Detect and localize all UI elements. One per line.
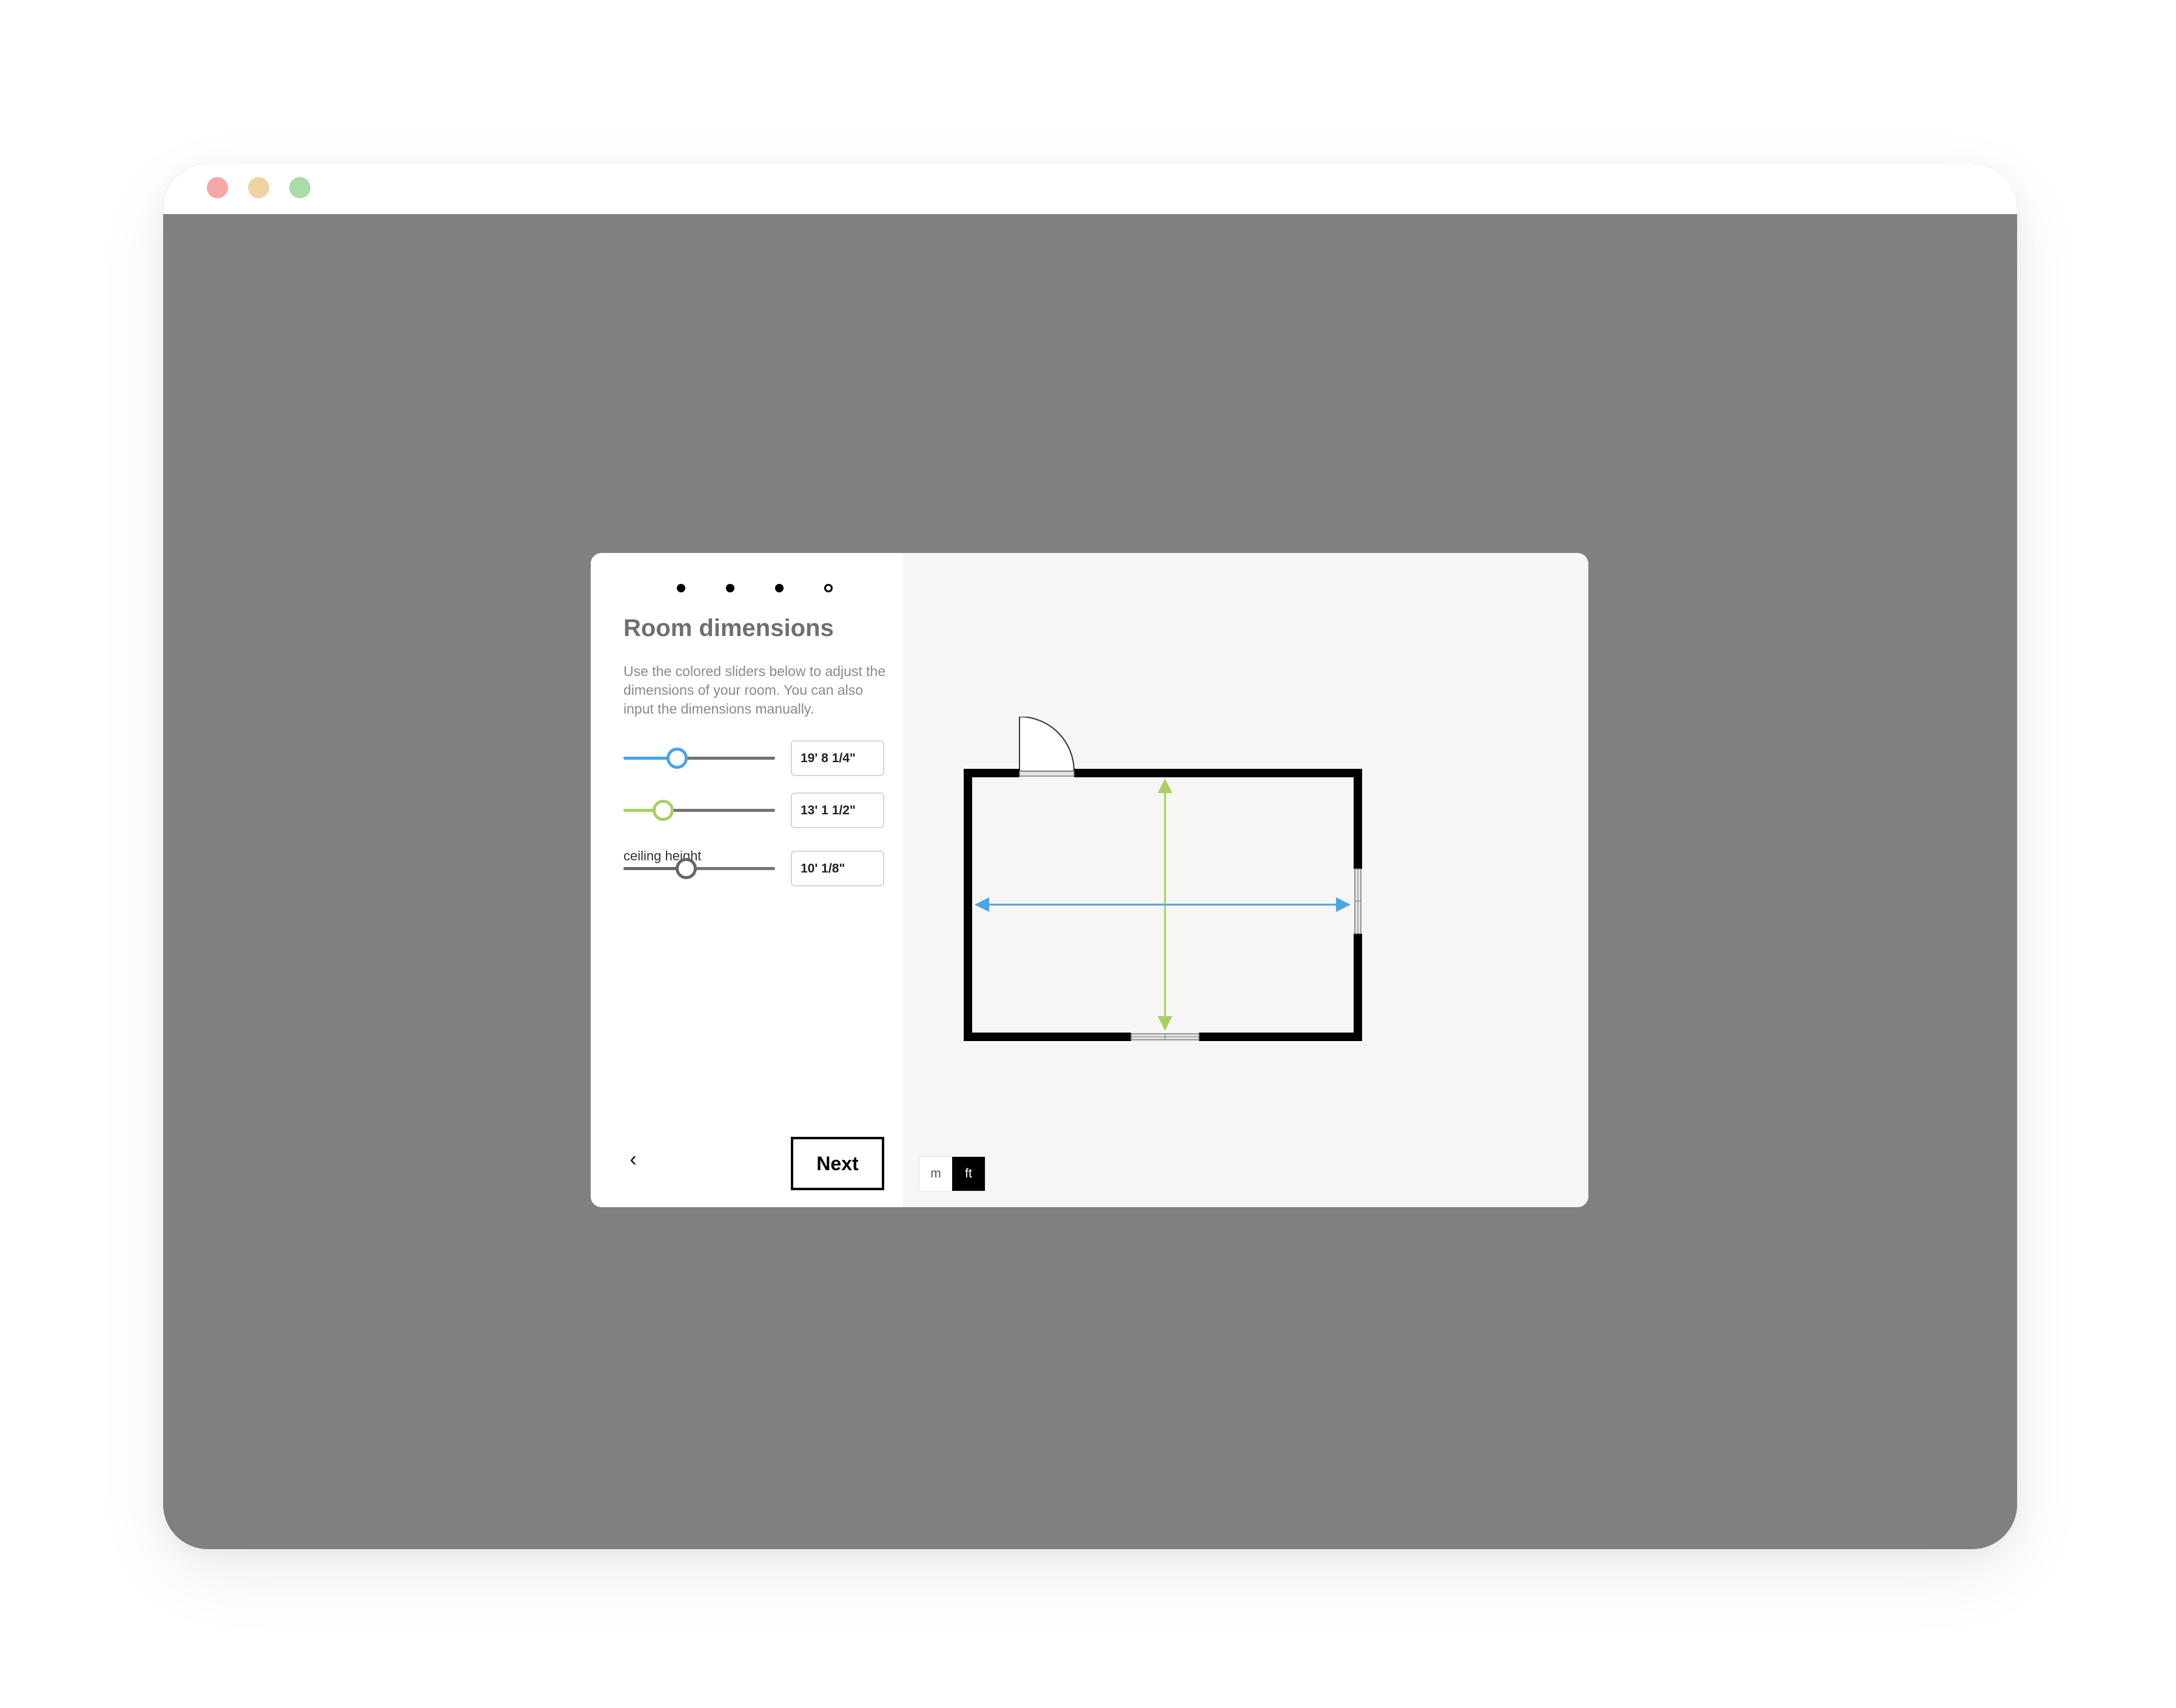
step-indicator-2: [726, 584, 734, 592]
width-slider[interactable]: [623, 798, 775, 822]
slider-handle[interactable]: [667, 748, 688, 769]
unit-option-m[interactable]: m: [919, 1157, 952, 1191]
panel-title: Room dimensions: [623, 615, 834, 641]
wall-right-lower: [1354, 934, 1362, 1041]
door-opening: [1019, 771, 1075, 777]
length-slider[interactable]: [623, 746, 775, 770]
wall-right-upper: [1354, 769, 1362, 869]
step-indicator-3: [775, 584, 784, 592]
step-indicator-4-current: [824, 584, 833, 592]
slider-handle[interactable]: [653, 800, 674, 821]
minimize-window-button[interactable]: [248, 177, 269, 198]
floorplan-preview: m ft: [903, 553, 1588, 1207]
ceiling-height-slider[interactable]: [623, 856, 775, 880]
room-floorplan: [964, 717, 1362, 1041]
window-bottom: [1130, 1033, 1200, 1040]
slider-handle[interactable]: [676, 858, 697, 879]
step-indicator-1: [677, 584, 685, 592]
length-input[interactable]: 19' 8 1/4": [791, 740, 884, 776]
unit-toggle: m ft: [919, 1156, 986, 1191]
window-titlebar: [163, 164, 2017, 214]
wall-left: [964, 769, 972, 1041]
browser-window: Room dimensions Use the colored sliders …: [163, 164, 2017, 1549]
width-input[interactable]: 13' 1 1/2": [791, 792, 884, 828]
length-arrow: [975, 897, 1351, 912]
window-right: [1354, 868, 1362, 934]
wall-bottom-left: [964, 1033, 1131, 1041]
wall-bottom-right: [1199, 1033, 1362, 1041]
panel-description: Use the colored sliders below to adjust …: [623, 663, 886, 717]
unit-option-ft[interactable]: ft: [952, 1157, 985, 1191]
back-button[interactable]: ‹: [621, 1147, 645, 1171]
zoom-window-button[interactable]: [289, 177, 311, 198]
close-window-button[interactable]: [207, 177, 228, 198]
settings-panel: Room dimensions Use the colored sliders …: [591, 553, 903, 1207]
ceiling-height-input[interactable]: 10' 1/8": [791, 851, 884, 886]
door-swing-icon: [1019, 717, 1075, 772]
wall-top-right: [1074, 769, 1362, 777]
room-setup-modal: Room dimensions Use the colored sliders …: [591, 553, 1588, 1207]
chevron-left-icon: ‹: [630, 1147, 637, 1171]
page-overlay: Room dimensions Use the colored sliders …: [163, 214, 2017, 1549]
next-button[interactable]: Next: [791, 1137, 884, 1190]
